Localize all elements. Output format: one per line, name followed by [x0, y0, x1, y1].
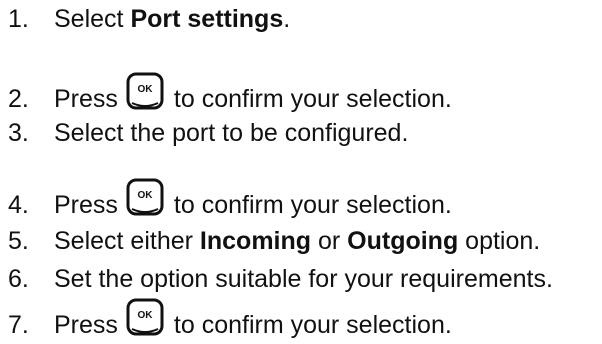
ok-key-label: OK	[137, 84, 153, 95]
step-7: 7. Press OK to confirm your selection.	[8, 298, 452, 344]
bold-term: Incoming	[199, 227, 312, 255]
step-4: 4. Press OK to confirm your selection.	[8, 178, 452, 224]
text-segment: Select either	[54, 227, 200, 255]
text-segment: option.	[458, 227, 541, 255]
step-text: Set the option suitable for your require…	[54, 265, 553, 293]
bold-term: Port settings	[130, 5, 284, 33]
ok-key-icon: OK	[126, 72, 164, 110]
text-segment: .	[283, 5, 291, 33]
step-text-after: to confirm your selection.	[173, 191, 452, 219]
step-text: Select Port settings.	[54, 4, 290, 34]
text-segment: Select	[54, 5, 131, 33]
step-text-after: to confirm your selection.	[173, 85, 452, 113]
step-text-before: Press	[54, 85, 118, 113]
ok-key-label: OK	[137, 190, 153, 201]
ok-key-icon: OK	[126, 298, 164, 336]
ok-key-label: OK	[137, 310, 153, 321]
step-number: 5.	[8, 227, 29, 255]
text-segment: or	[311, 227, 348, 255]
step-text: Select either Incoming or Outgoing optio…	[54, 226, 540, 256]
step-number: 2.	[8, 85, 29, 113]
ok-key-icon: OK	[126, 178, 164, 216]
step-text-before: Press	[54, 311, 118, 339]
step-number: 7.	[8, 311, 29, 339]
step-text-after: to confirm your selection.	[173, 311, 452, 339]
step-number: 4.	[8, 191, 29, 219]
step-5: 5. Select either Incoming or Outgoing op…	[8, 226, 540, 256]
step-number: 6.	[8, 265, 29, 293]
bold-term: Outgoing	[347, 227, 459, 255]
step-1: 1. Select Port settings.	[8, 4, 290, 34]
step-3: 3. Select the port to be configured.	[8, 118, 408, 148]
step-number: 1.	[8, 5, 29, 33]
step-number: 3.	[8, 119, 29, 147]
step-text: Select the port to be configured.	[54, 119, 409, 147]
step-text-before: Press	[54, 191, 118, 219]
step-2: 2. Press OK to confirm your selection.	[8, 72, 452, 118]
instruction-list: 1. Select Port settings. 2. Press OK to …	[0, 0, 602, 339]
step-6: 6. Set the option suitable for your requ…	[8, 264, 553, 294]
